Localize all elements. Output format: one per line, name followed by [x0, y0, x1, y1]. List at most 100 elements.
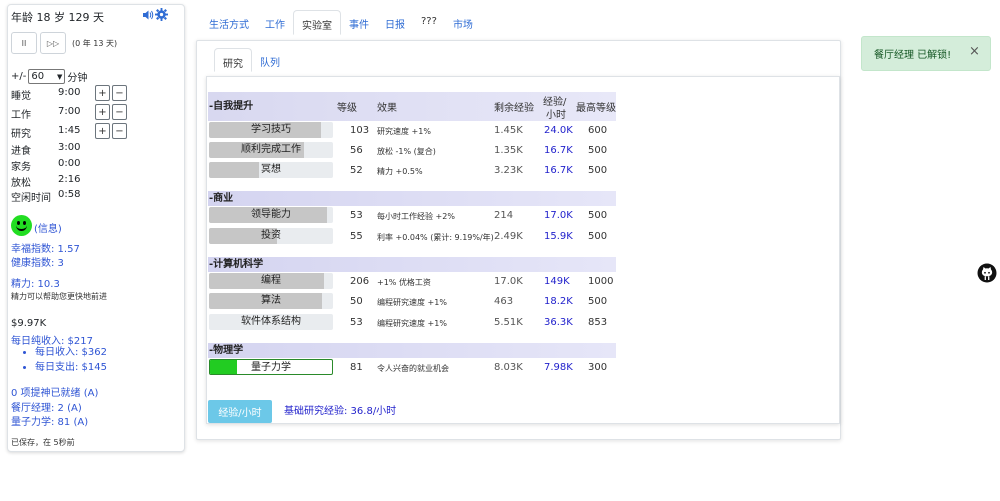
skill-remaining-xp: 214	[494, 210, 514, 221]
skill-effect: 令人兴奋的就业机会	[377, 364, 449, 373]
skill-xp-per-hour: 149K	[544, 276, 570, 287]
pause-button[interactable]: II	[11, 32, 37, 54]
energy-note: 精力可以帮助您更快地前进	[11, 292, 107, 301]
skill-remaining-xp: 3.23K	[494, 165, 523, 176]
tab-market[interactable]: 市场	[445, 10, 481, 35]
skill-name: 冥想	[261, 164, 281, 175]
table-row: 冥想 52 精力 +0.5% 3.23K 16.7K 500	[208, 161, 616, 181]
money-balance: $9.97K	[11, 318, 47, 329]
section-title-computer-science[interactable]: -计算机科学	[208, 257, 616, 272]
table-row: 软件体系结构 53 编程研究速度 +1% 5.51K 36.3K 853	[208, 313, 616, 333]
ready-boosts[interactable]: 0 项提神已就绪 (A)	[11, 384, 98, 399]
lab-subnav: 研究 队列	[214, 48, 288, 72]
skill-level: 50	[350, 296, 363, 307]
tab-work[interactable]: 工作	[257, 10, 293, 35]
skill-leadership-bar[interactable]: 领导能力	[209, 207, 333, 223]
close-icon[interactable]: ×	[969, 44, 980, 59]
minutes-unit: 分钟	[67, 73, 88, 84]
tab-unknown[interactable]: ???	[413, 10, 445, 35]
skill-name: 学习技巧	[251, 124, 291, 135]
skill-programming-bar[interactable]: 编程	[209, 273, 333, 289]
main-nav: 生活方式 工作 实验室 事件 日报 ??? 市场	[201, 10, 481, 35]
skill-max-level: 500	[588, 296, 608, 307]
research-minus-button[interactable]: −	[112, 123, 127, 139]
table-row: 投资 55 利率 +0.04% (累计: 9.19%/年) 2.49K 15.9…	[208, 227, 616, 247]
save-status: 已保存，在 5秒前	[11, 438, 75, 447]
skill-software-architecture-bar[interactable]: 软件体系结构	[209, 314, 333, 330]
tab-lab[interactable]: 实验室	[293, 10, 341, 35]
toast-message: 餐厅经理 已解锁!	[874, 50, 952, 61]
skill-level: 53	[350, 317, 363, 328]
tab-events[interactable]: 事件	[341, 10, 377, 35]
skill-max-level: 500	[588, 231, 608, 242]
minutes-select[interactable]: 60 ▼	[28, 69, 66, 84]
table-header: -自我提升 等级 效果 剩余经验 经验/ 小时 最高等级	[208, 92, 616, 121]
tab-daily[interactable]: 日报	[377, 10, 413, 35]
skill-xp-per-hour: 16.7K	[544, 165, 573, 176]
xp-per-hour-button[interactable]: 经验/小时	[208, 400, 272, 423]
skill-xp-per-hour: 36.3K	[544, 317, 573, 328]
fast-forward-button[interactable]: ▷▷	[40, 32, 66, 54]
skill-study-bar[interactable]: 学习技巧	[209, 122, 333, 138]
work-minus-button[interactable]: −	[112, 104, 127, 120]
skill-meditation-bar[interactable]: 冥想	[209, 162, 333, 178]
speaker-icon[interactable]	[142, 9, 154, 21]
sleep-minus-button[interactable]: −	[112, 85, 127, 101]
skill-algorithms-bar[interactable]: 算法	[209, 293, 333, 309]
daily-expense: 每日支出: $145	[35, 358, 107, 373]
research-plus-button[interactable]: +	[95, 123, 110, 139]
skill-name: 算法	[261, 295, 281, 306]
schedule-value-work: 7:00	[58, 106, 81, 117]
github-icon[interactable]	[977, 263, 997, 283]
skill-effect: +1% 优格工资	[377, 278, 431, 287]
section-title-business[interactable]: -商业	[208, 191, 616, 206]
skill-max-level: 500	[588, 165, 608, 176]
sleep-plus-button[interactable]: +	[95, 85, 110, 101]
mouth	[16, 225, 27, 231]
header-effect: 效果	[377, 103, 397, 114]
header-remaining: 剩余经验	[494, 103, 534, 114]
happy-face-icon	[11, 215, 32, 236]
skill-max-level: 500	[588, 145, 608, 156]
happiness-index[interactable]: 幸福指数: 1.57	[11, 240, 80, 255]
skill-max-level: 300	[588, 362, 608, 373]
schedule-value-relax: 2:16	[58, 174, 81, 185]
restaurant-manager-status[interactable]: 餐厅经理: 2 (A)	[11, 399, 82, 414]
tab-research[interactable]: 研究	[214, 48, 252, 72]
quantum-mechanics-status[interactable]: 量子力学: 81 (A)	[11, 413, 88, 428]
table-row: 顺利完成工作 56 放松 -1% (复合) 1.35K 16.7K 500	[208, 141, 616, 161]
section-title-physics[interactable]: -物理学	[208, 343, 616, 358]
tab-queue[interactable]: 队列	[252, 48, 288, 72]
work-plus-button[interactable]: +	[95, 104, 110, 120]
skill-remaining-xp: 8.03K	[494, 362, 523, 373]
time-step-row: +/- 60 ▼ 分钟	[11, 69, 87, 84]
gear-icon[interactable]	[155, 8, 168, 21]
schedule-label-work: 工作	[11, 110, 31, 121]
skill-quantum-mechanics-bar[interactable]: 量子力学	[209, 359, 333, 375]
skill-investing-bar[interactable]: 投资	[209, 228, 333, 244]
schedule-label-sleep: 睡觉	[11, 91, 31, 102]
skill-level: 56	[350, 145, 363, 156]
plus-minus-label: +/-	[11, 71, 27, 82]
skill-max-level: 600	[588, 125, 608, 136]
energy-value[interactable]: 精力: 10.3	[11, 275, 60, 290]
header-level: 等级	[337, 103, 357, 114]
skill-effect: 精力 +0.5%	[377, 167, 423, 176]
skill-work-bar[interactable]: 顺利完成工作	[209, 142, 333, 158]
skill-xp-per-hour: 7.98K	[544, 362, 573, 373]
skill-name: 领导能力	[251, 209, 291, 220]
skill-effect: 利率 +0.04% (累计: 9.19%/年)	[377, 233, 494, 242]
health-index[interactable]: 健康指数: 3	[11, 254, 64, 269]
info-link[interactable]: (信息)	[34, 220, 62, 235]
skill-effect: 编程研究速度 +1%	[377, 319, 447, 328]
skill-xp-per-hour: 15.9K	[544, 231, 573, 242]
skill-effect: 放松 -1% (复合)	[377, 147, 436, 156]
tab-lifestyle[interactable]: 生活方式	[201, 10, 257, 35]
schedule-value-eat: 3:00	[58, 142, 81, 153]
base-research-xp: 基础研究经验: 36.8/小时	[284, 406, 397, 417]
skill-level: 206	[350, 276, 370, 287]
skill-max-level: 500	[588, 210, 608, 221]
skill-level: 55	[350, 231, 363, 242]
skill-effect: 每小时工作经验 +2%	[377, 212, 455, 221]
skill-name: 编程	[261, 275, 281, 286]
